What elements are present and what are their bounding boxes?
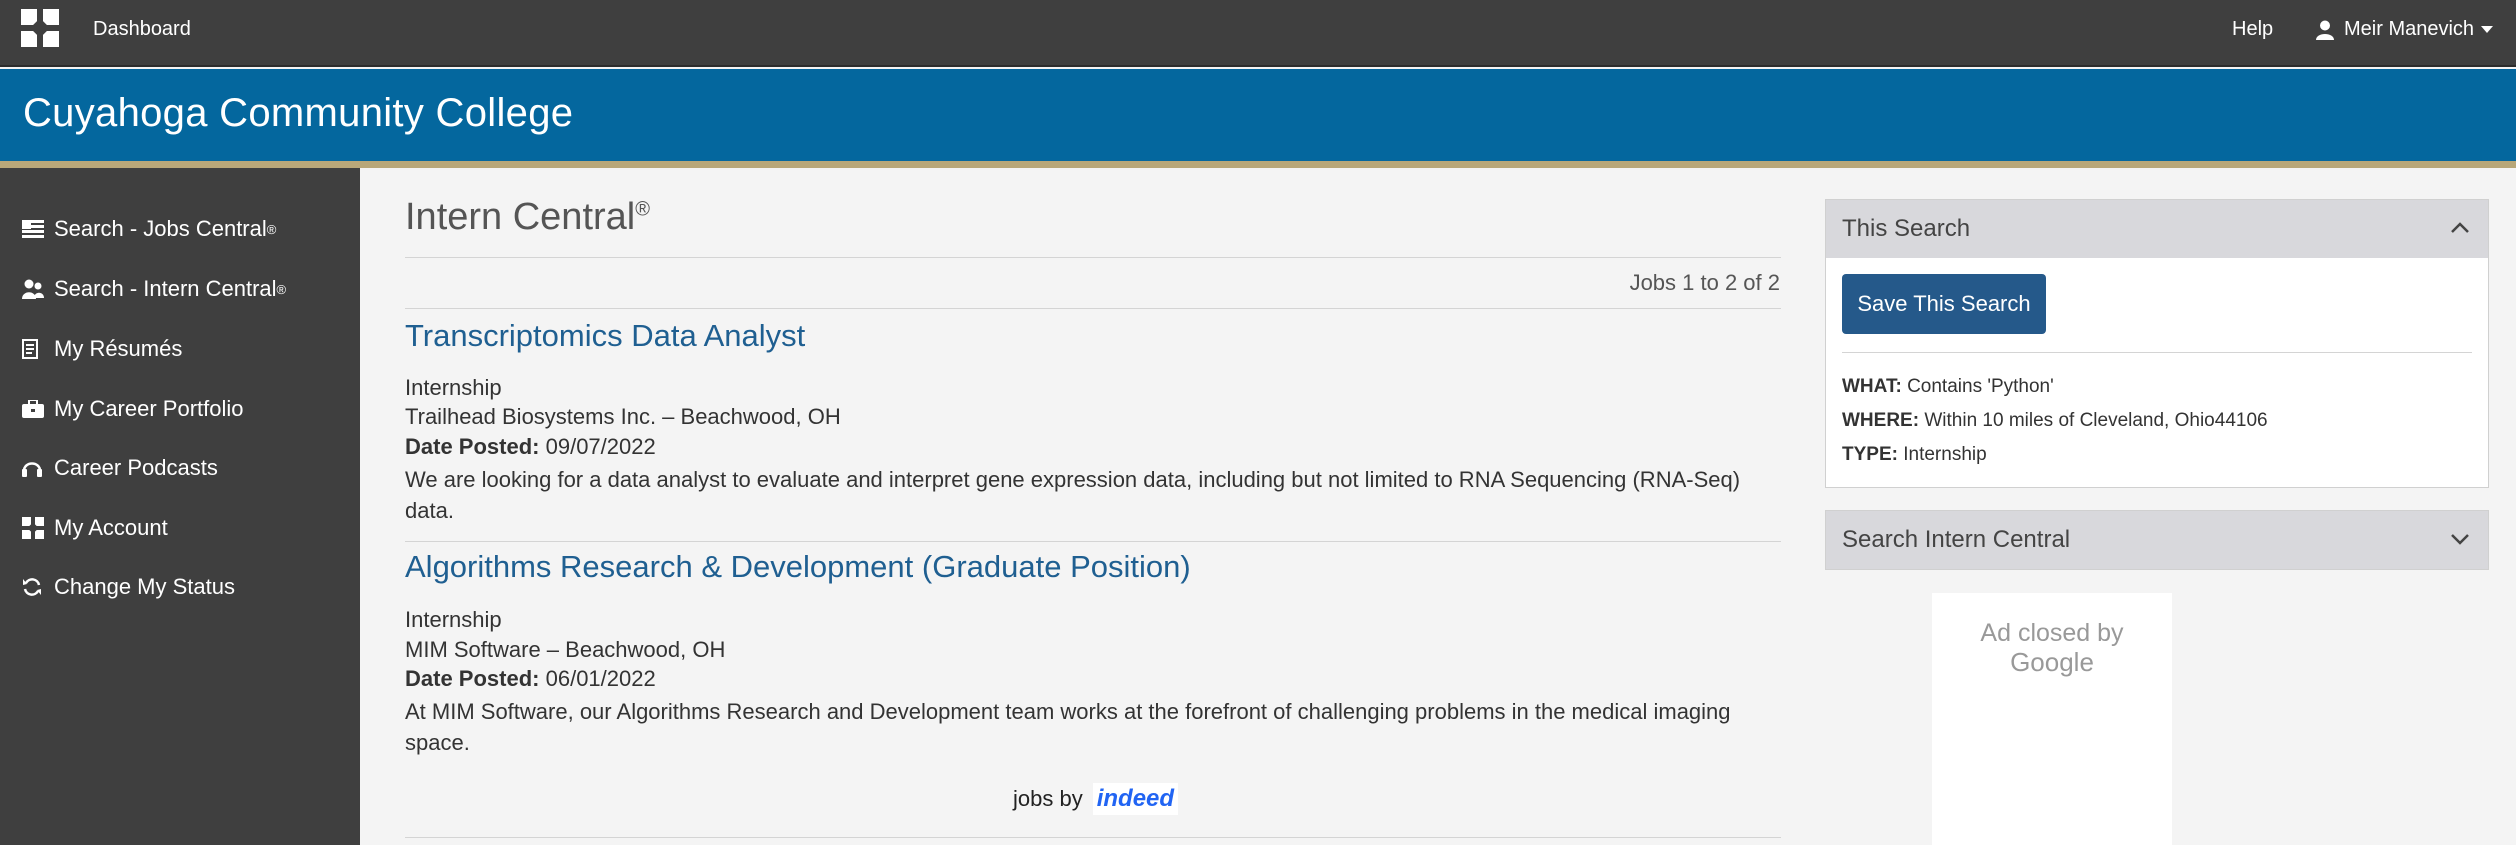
job-date: Date Posted: 09/07/2022 [405, 434, 656, 460]
account-icon [22, 517, 48, 539]
sidebar-item-label: Search - Intern Central [54, 276, 277, 301]
document-icon [22, 339, 48, 359]
page-title: Intern Central® [405, 196, 650, 239]
criteria-value: Contains 'Python' [1907, 376, 2054, 397]
job-company-location: Trailhead Biosystems Inc. – Beachwood, O… [405, 404, 841, 429]
ad-closed-text: Ad closed by [1980, 619, 2124, 647]
results-count: Jobs 1 to 2 of 2 [1629, 270, 1780, 295]
this-search-panel: This Search Save This Search WHAT: Conta… [1825, 199, 2489, 488]
search-intern-central-panel: Search Intern Central [1825, 510, 2489, 570]
college-title: Cuyahoga Community College [23, 91, 574, 135]
criteria-what: WHAT: Contains 'Python' [1842, 376, 2054, 398]
criteria-value: Internship [1903, 444, 1987, 465]
criteria-value: Within 10 miles of Cleveland, Ohio44106 [1924, 410, 2268, 431]
users-icon [22, 279, 48, 299]
sidebar-item-label: My Résumés [54, 336, 183, 361]
sidebar-item-label: My Career Portfolio [54, 396, 244, 421]
job-type: Internship [405, 607, 502, 632]
college-banner: Cuyahoga Community College [0, 69, 2516, 168]
sidebar-item-career-podcasts[interactable]: Career Podcasts [22, 455, 218, 481]
job-company-location: MIM Software – Beachwood, OH [405, 637, 726, 662]
top-navbar: Dashboard Help Meir Manevich [0, 0, 2516, 67]
jobs-by-label: jobs by [1013, 786, 1083, 811]
sidebar-item-label: Search - Jobs Central [54, 216, 267, 241]
flag-icon [22, 220, 48, 238]
job-description: At MIM Software, our Algorithms Research… [405, 699, 1731, 755]
sidebar-item-search-jobs-central[interactable]: Search - Jobs Central ® [22, 216, 276, 242]
divider [405, 837, 1781, 838]
sidebar-item-change-my-status[interactable]: Change My Status [22, 574, 235, 600]
save-search-button[interactable]: Save This Search [1842, 274, 2046, 334]
logo-icon[interactable] [21, 9, 59, 47]
sidebar-item-my-career-portfolio[interactable]: My Career Portfolio [22, 396, 244, 422]
criteria-type: TYPE: Internship [1842, 444, 1987, 466]
date-label: Date Posted: [405, 434, 540, 459]
sidebar-item-label: Career Podcasts [54, 455, 218, 480]
this-search-header[interactable]: This Search [1826, 200, 2488, 258]
ad-placeholder: Ad closed by Google [1932, 593, 2172, 845]
user-name: Meir Manevich [2344, 18, 2475, 40]
sidebar-item-label: My Account [54, 515, 168, 540]
panel-title: Search Intern Central [1842, 526, 2071, 553]
date-value: 09/07/2022 [545, 434, 656, 459]
briefcase-icon [22, 400, 48, 418]
job-title-link[interactable]: Algorithms Research & Development (Gradu… [405, 549, 1191, 585]
chevron-up-icon[interactable] [2450, 222, 2470, 234]
divider [405, 257, 1781, 258]
job-description: We are looking for a data analyst to eva… [405, 467, 1741, 523]
divider [1842, 352, 2472, 353]
criteria-where: WHERE: Within 10 miles of Cleveland, Ohi… [1842, 410, 2268, 432]
job-type: Internship [405, 375, 502, 400]
criteria-label: TYPE: [1842, 444, 1898, 465]
divider [405, 541, 1781, 542]
date-label: Date Posted: [405, 666, 540, 691]
search-intern-central-header[interactable]: Search Intern Central [1826, 511, 2488, 569]
refresh-icon [22, 577, 48, 597]
sidebar: Search - Jobs Central ® Search - Intern C… [0, 168, 360, 845]
divider [405, 308, 1781, 309]
chevron-down-icon [2481, 26, 2494, 33]
google-wordmark: Google [2010, 647, 2094, 677]
page-title-text: Intern Central [405, 196, 636, 238]
user-menu[interactable]: Meir Manevich [2316, 18, 2494, 41]
criteria-label: WHERE: [1842, 410, 1920, 431]
headphones-icon [22, 459, 48, 477]
sidebar-item-my-resumes[interactable]: My Résumés [22, 336, 182, 362]
user-icon [2316, 20, 2334, 40]
job-title-link[interactable]: Transcriptomics Data Analyst [405, 318, 805, 354]
registered-mark: ® [635, 198, 650, 221]
job-date: Date Posted: 06/01/2022 [405, 666, 656, 692]
sidebar-item-my-account[interactable]: My Account [22, 515, 168, 541]
help-link[interactable]: Help [2232, 18, 2273, 41]
panel-title: This Search [1842, 215, 1971, 242]
date-value: 06/01/2022 [545, 666, 656, 691]
indeed-logo[interactable]: indeed [1092, 783, 1179, 815]
criteria-label: WHAT: [1842, 376, 1902, 397]
chevron-down-icon[interactable] [2450, 533, 2470, 545]
sidebar-item-search-intern-central[interactable]: Search - Intern Central ® [22, 276, 286, 302]
sidebar-item-label: Change My Status [54, 574, 235, 599]
dashboard-link[interactable]: Dashboard [93, 18, 191, 41]
registered-mark: ® [276, 281, 287, 297]
registered-mark: ® [266, 221, 277, 237]
jobs-by-indeed: jobs by indeed [1013, 783, 1179, 815]
